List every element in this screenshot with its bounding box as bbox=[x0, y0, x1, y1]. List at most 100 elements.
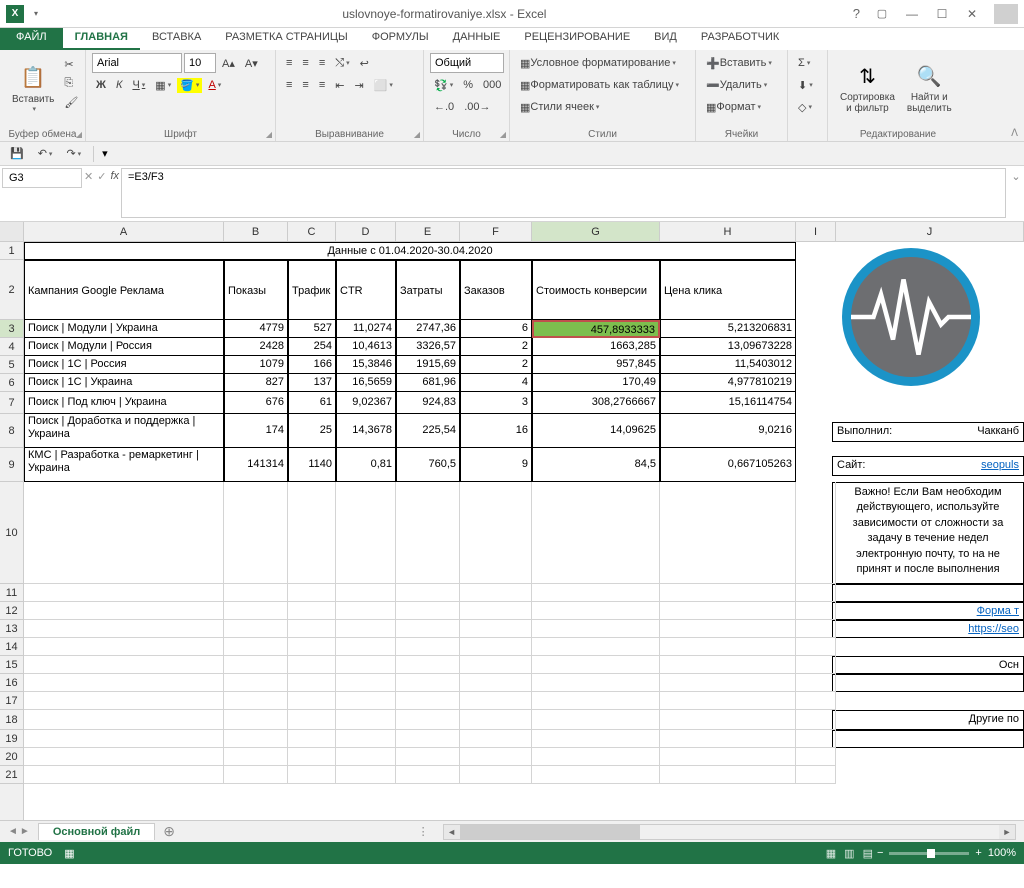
percent-icon[interactable]: % bbox=[459, 77, 477, 93]
empty[interactable] bbox=[336, 620, 396, 638]
tab-formulas[interactable]: ФОРМУЛЫ bbox=[360, 28, 441, 50]
empty[interactable] bbox=[336, 710, 396, 730]
col-header-E[interactable]: E bbox=[396, 222, 460, 241]
empty[interactable] bbox=[460, 730, 532, 748]
font-size-combo[interactable] bbox=[184, 53, 216, 73]
empty[interactable] bbox=[224, 692, 288, 710]
empty[interactable] bbox=[796, 674, 836, 692]
empty[interactable] bbox=[532, 748, 660, 766]
tab-data[interactable]: ДАННЫЕ bbox=[441, 28, 513, 50]
row-header-4[interactable]: 4 bbox=[0, 338, 23, 356]
cell-E8[interactable]: 225,54 bbox=[396, 414, 460, 448]
empty[interactable] bbox=[660, 730, 796, 748]
row-header-18[interactable]: 18 bbox=[0, 710, 23, 730]
italic-button[interactable]: К bbox=[112, 77, 126, 93]
empty[interactable] bbox=[24, 656, 224, 674]
cell-H6[interactable]: 4,977810219 bbox=[660, 374, 796, 392]
empty[interactable] bbox=[224, 766, 288, 784]
cell-C5[interactable]: 166 bbox=[288, 356, 336, 374]
close-button[interactable]: ✕ bbox=[958, 3, 986, 25]
col-header-A[interactable]: A bbox=[24, 222, 224, 241]
row-header-2[interactable]: 2 bbox=[0, 260, 23, 320]
cell-F3[interactable]: 6 bbox=[460, 320, 532, 338]
row-header-1[interactable]: 1 bbox=[0, 242, 23, 260]
empty[interactable] bbox=[224, 748, 288, 766]
delete-cells-button[interactable]: ➖ Удалить▾ bbox=[702, 77, 771, 94]
cell-G8[interactable]: 14,09625 bbox=[532, 414, 660, 448]
add-sheet-button[interactable]: ⊕ bbox=[155, 823, 183, 840]
cell-F4[interactable]: 2 bbox=[460, 338, 532, 356]
empty[interactable] bbox=[532, 482, 660, 584]
save-button[interactable]: 💾 bbox=[6, 145, 28, 162]
header-G[interactable]: Стоимость конверсии bbox=[532, 260, 660, 320]
cell-A3[interactable]: Поиск | Модули | Украина bbox=[24, 320, 224, 338]
cell-B9[interactable]: 141314 bbox=[224, 448, 288, 482]
cell-G4[interactable]: 1663,285 bbox=[532, 338, 660, 356]
cell-styles-button[interactable]: ▦ Стили ячеек▾ bbox=[516, 99, 603, 116]
empty[interactable] bbox=[660, 602, 796, 620]
empty[interactable] bbox=[532, 710, 660, 730]
col-header-C[interactable]: C bbox=[288, 222, 336, 241]
empty[interactable] bbox=[224, 482, 288, 584]
align-top-icon[interactable]: ≡ bbox=[282, 55, 296, 71]
tab-pagelayout[interactable]: РАЗМЕТКА СТРАНИЦЫ bbox=[213, 28, 359, 50]
sheet-tab-main[interactable]: Основной файл bbox=[38, 823, 155, 840]
decrease-indent-icon[interactable]: ⇤ bbox=[331, 77, 348, 94]
empty[interactable] bbox=[460, 602, 532, 620]
row-header-13[interactable]: 13 bbox=[0, 620, 23, 638]
empty[interactable] bbox=[796, 620, 836, 638]
autosum-button[interactable]: Σ▾ bbox=[794, 55, 814, 71]
align-left-icon[interactable]: ≡ bbox=[282, 77, 296, 93]
empty[interactable] bbox=[396, 482, 460, 584]
empty[interactable] bbox=[336, 602, 396, 620]
cell-H7[interactable]: 15,16114754 bbox=[660, 392, 796, 414]
empty[interactable] bbox=[796, 748, 836, 766]
cell-D4[interactable]: 10,4613 bbox=[336, 338, 396, 356]
cell-H4[interactable]: 13,09673228 bbox=[660, 338, 796, 356]
row-header-12[interactable]: 12 bbox=[0, 602, 23, 620]
col-header-H[interactable]: H bbox=[660, 222, 796, 241]
decrease-decimal-icon[interactable]: .00→ bbox=[460, 99, 494, 115]
col-header-B[interactable]: B bbox=[224, 222, 288, 241]
macro-recorder-icon[interactable]: ▦ bbox=[64, 847, 74, 860]
empty[interactable] bbox=[24, 692, 224, 710]
redo-button[interactable]: ↷▾ bbox=[62, 145, 85, 162]
maximize-button[interactable]: ☐ bbox=[928, 3, 956, 25]
increase-indent-icon[interactable]: ⇥ bbox=[350, 77, 367, 94]
empty[interactable] bbox=[460, 620, 532, 638]
enter-formula-icon[interactable]: ✓ bbox=[97, 170, 106, 183]
cell-D5[interactable]: 15,3846 bbox=[336, 356, 396, 374]
empty[interactable] bbox=[336, 748, 396, 766]
empty[interactable] bbox=[796, 710, 836, 730]
empty[interactable] bbox=[24, 766, 224, 784]
empty[interactable] bbox=[24, 584, 224, 602]
empty[interactable] bbox=[660, 482, 796, 584]
empty[interactable] bbox=[796, 730, 836, 748]
cell-H5[interactable]: 11,5403012 bbox=[660, 356, 796, 374]
page-layout-view-icon[interactable]: ▥ bbox=[840, 847, 858, 860]
empty[interactable] bbox=[336, 482, 396, 584]
empty[interactable] bbox=[796, 602, 836, 620]
empty[interactable] bbox=[460, 638, 532, 656]
empty[interactable] bbox=[660, 584, 796, 602]
align-middle-icon[interactable]: ≡ bbox=[298, 55, 312, 71]
empty[interactable] bbox=[288, 482, 336, 584]
accounting-icon[interactable]: 💱▾ bbox=[430, 77, 457, 94]
bold-button[interactable]: Ж bbox=[92, 77, 110, 93]
tab-view[interactable]: ВИД bbox=[642, 28, 689, 50]
cell-B6[interactable]: 827 bbox=[224, 374, 288, 392]
empty[interactable] bbox=[532, 656, 660, 674]
empty[interactable] bbox=[24, 602, 224, 620]
tab-home[interactable]: ГЛАВНАЯ bbox=[63, 28, 140, 50]
normal-view-icon[interactable]: ▦ bbox=[822, 847, 840, 860]
sheet-nav-next-icon[interactable]: ► bbox=[20, 826, 30, 837]
help-icon[interactable]: ? bbox=[847, 6, 866, 21]
ribbon-display-icon[interactable]: ▢ bbox=[868, 3, 896, 25]
empty[interactable] bbox=[532, 584, 660, 602]
row-header-3[interactable]: 3 bbox=[0, 320, 23, 338]
empty[interactable] bbox=[396, 674, 460, 692]
cell-C6[interactable]: 137 bbox=[288, 374, 336, 392]
empty[interactable] bbox=[288, 674, 336, 692]
col-header-G[interactable]: G bbox=[532, 222, 660, 241]
empty[interactable] bbox=[396, 710, 460, 730]
